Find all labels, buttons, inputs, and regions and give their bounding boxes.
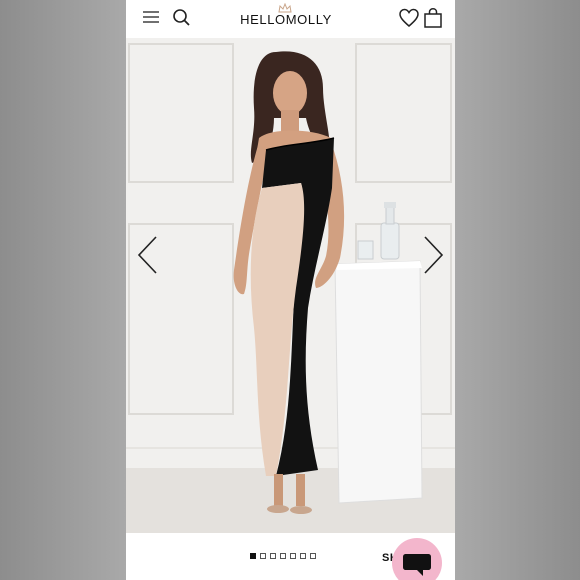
carousel-dot[interactable] (310, 553, 316, 559)
right-backdrop (455, 0, 580, 580)
brand-name: HELLOMOLLY (240, 12, 332, 27)
next-image-arrow[interactable] (421, 235, 445, 275)
search-icon[interactable] (170, 6, 194, 30)
left-backdrop (0, 0, 126, 580)
carousel-dot[interactable] (270, 553, 276, 559)
shopping-bag-icon[interactable] (421, 6, 445, 30)
carousel-dot[interactable] (250, 553, 256, 559)
product-image[interactable] (126, 38, 455, 533)
carousel-dot[interactable] (280, 553, 286, 559)
site-header: HELLOMOLLY (126, 0, 455, 38)
carousel-pagination (250, 553, 316, 561)
previous-image-arrow[interactable] (136, 235, 160, 275)
chat-bubble-icon (403, 554, 431, 576)
heart-icon[interactable] (397, 6, 421, 30)
phone-screen: HELLOMOLLY SH (126, 0, 455, 580)
carousel-dot[interactable] (260, 553, 266, 559)
chat-button[interactable] (392, 538, 442, 580)
product-footer: SH (126, 533, 455, 580)
carousel-dot[interactable] (290, 553, 296, 559)
menu-icon[interactable] (140, 6, 164, 30)
brand-logo[interactable]: HELLOMOLLY (216, 3, 356, 32)
carousel-dot[interactable] (300, 553, 306, 559)
